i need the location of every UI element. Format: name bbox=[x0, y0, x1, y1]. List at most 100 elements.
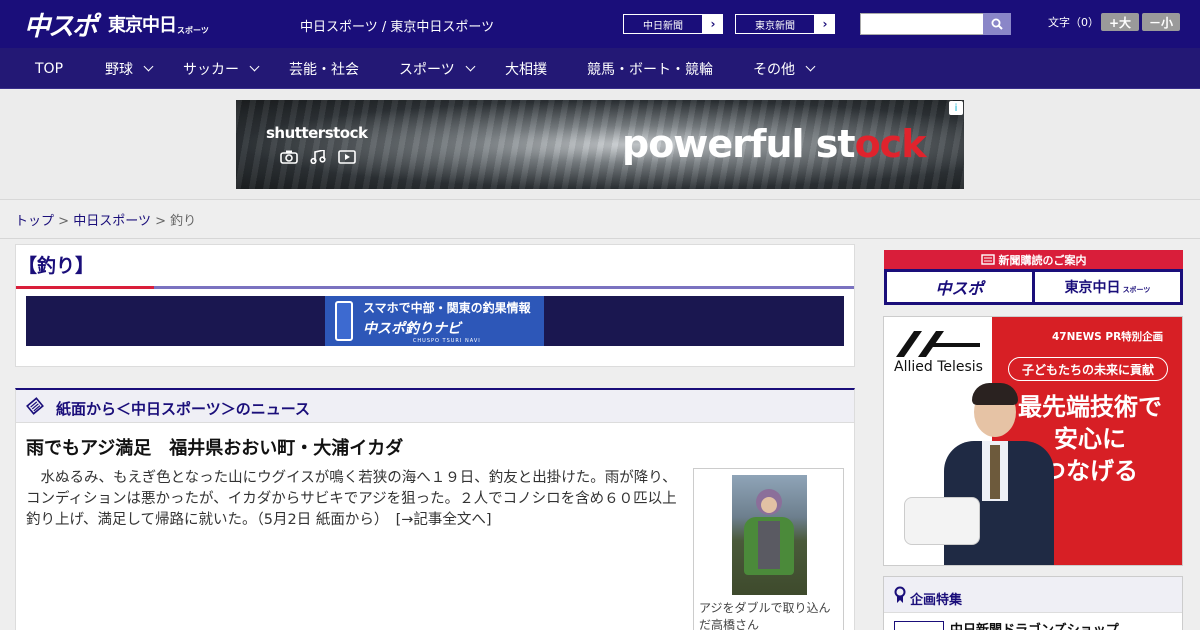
subscribe-tokyo-chunichi-label: 東京中日 bbox=[1064, 280, 1121, 296]
title-underline-red bbox=[16, 286, 154, 289]
ad-subheadline: 子どもたちの未来に貢献 bbox=[1008, 357, 1168, 381]
article-title[interactable]: 雨でもアジ満足 福井県おおい町・大浦イカダ bbox=[26, 434, 403, 460]
chevron-down-icon bbox=[465, 61, 476, 72]
nav-baseball[interactable]: 野球 bbox=[105, 48, 154, 89]
search-icon bbox=[991, 18, 1003, 30]
page-title: 【釣り】 bbox=[18, 255, 95, 277]
tsuri-navi-text: スマホで中部・関東の釣果情報 中スポ釣りナビ CHUSPO TSURI NAVI bbox=[363, 299, 531, 344]
tsuri-navi-banner[interactable]: スマホで中部・関東の釣果情報 中スポ釣りナビ CHUSPO TSURI NAVI bbox=[26, 296, 844, 346]
tokyo-shimbun-button[interactable]: 東京新聞 › bbox=[734, 13, 836, 35]
photo-caption: アジをダブルで取り込んだ高橋さん bbox=[699, 601, 831, 630]
ad-pr-label: 47NEWS PR特別企画 bbox=[1052, 331, 1164, 343]
nav-top[interactable]: TOP bbox=[35, 48, 63, 89]
ad-headline-red-ck: ck bbox=[879, 122, 927, 166]
breadcrumb-current: 釣り bbox=[170, 214, 197, 229]
subscribe-tokyo-sports-small: スポーツ bbox=[1122, 286, 1151, 294]
music-icon bbox=[310, 150, 326, 164]
chunichi-shimbun-label: 中日新聞 bbox=[623, 14, 703, 34]
font-size-label: 文字（0） bbox=[1048, 16, 1099, 29]
person-hair bbox=[972, 383, 1018, 405]
nav-top-label: TOP bbox=[35, 60, 64, 77]
nav-sports[interactable]: スポーツ bbox=[399, 48, 476, 89]
nav-racing-label: 競馬・ボート・競輪 bbox=[587, 61, 713, 78]
breadcrumb: トップ > 中日スポーツ > 釣り bbox=[15, 210, 196, 229]
features-box: 企画特集 中日新聞ドラゴンズショップ bbox=[883, 576, 1183, 630]
font-larger-button[interactable]: +大 bbox=[1101, 13, 1139, 31]
category-box: 【釣り】 スマホで中部・関東の釣果情報 中スポ釣りナビ CHUSPO TSURI… bbox=[15, 244, 855, 367]
logo-chuspo: 中スポ bbox=[24, 11, 98, 42]
nav-soccer[interactable]: サッカー bbox=[183, 48, 260, 89]
article-photo-box[interactable]: アジをダブルで取り込んだ高橋さん bbox=[693, 468, 844, 630]
breadcrumb-sep: > bbox=[58, 214, 70, 229]
person-tie bbox=[990, 445, 1000, 499]
article-lead[interactable]: 水ぬるみ、もえぎ色となった山にウグイスが鳴く若狭の海へ１９日、釣友と出掛けた。雨… bbox=[26, 468, 686, 531]
tsuri-navi-line3: CHUSPO TSURI NAVI bbox=[412, 337, 481, 344]
search-button[interactable] bbox=[983, 13, 1011, 35]
title-underline-purple bbox=[154, 286, 854, 289]
nav-soccer-label: サッカー bbox=[183, 61, 239, 78]
allied-telesis-logo bbox=[896, 331, 980, 357]
news-section-title: 紙面から＜中日スポーツ＞のニュース bbox=[56, 400, 310, 418]
tsuri-navi-line1: スマホで中部・関東の釣果情報 bbox=[363, 300, 531, 315]
subscribe-chuspo-button[interactable]: 中スポ bbox=[887, 272, 1032, 302]
ad-headline-red-o: o bbox=[854, 122, 881, 166]
features-title: 企画特集 bbox=[910, 593, 963, 608]
tsuri-navi-line2: 中スポ釣りナビ bbox=[363, 320, 461, 337]
feature-thumbnail[interactable] bbox=[894, 621, 944, 630]
nav-entertainment[interactable]: 芸能・社会 bbox=[289, 48, 359, 89]
shutterstock-logo: shutterstock bbox=[266, 124, 368, 142]
nav-baseball-label: 野球 bbox=[105, 61, 133, 78]
shutterstock-ad[interactable]: shutterstock powerful stock i bbox=[236, 100, 964, 189]
smartphone-icon bbox=[335, 301, 353, 341]
video-icon bbox=[338, 150, 356, 164]
ad-info-icon[interactable]: i bbox=[949, 101, 963, 115]
newspaper-icon bbox=[980, 254, 995, 265]
photo-person-face bbox=[761, 497, 777, 513]
breadcrumb-sep: > bbox=[155, 214, 166, 229]
logo-sports-small: スポーツ bbox=[177, 26, 209, 35]
allied-telesis-ad[interactable]: Allied Telesis 47NEWS PR特別企画 子どもたちの未来に貢献… bbox=[883, 316, 1183, 566]
subscription-title: 新聞購読のご案内 bbox=[884, 250, 1183, 269]
ribbon-icon bbox=[894, 586, 906, 603]
header-bar: 中スポ 東京中日 スポーツ 中日スポーツ / 東京中日スポーツ 中日新聞 › 東… bbox=[0, 0, 1200, 48]
ad-media-icons bbox=[280, 150, 356, 164]
breadcrumb-section[interactable]: 中日スポーツ bbox=[73, 214, 151, 229]
nav-entertainment-label: 芸能・社会 bbox=[289, 61, 359, 78]
nav-other-label: その他 bbox=[753, 61, 795, 78]
font-smaller-button[interactable]: －小 bbox=[1142, 13, 1180, 31]
news-section-header: 紙面から＜中日スポーツ＞のニュース bbox=[16, 390, 854, 423]
subscribe-tokyo-chunichi-button[interactable]: 東京中日 スポーツ bbox=[1035, 272, 1180, 302]
advertiser-name: Allied Telesis bbox=[894, 359, 983, 375]
nav-sports-label: スポーツ bbox=[399, 61, 455, 78]
camera-icon bbox=[280, 150, 298, 164]
chevron-down-icon bbox=[143, 61, 154, 72]
chevron-right-icon: › bbox=[710, 17, 716, 31]
news-box: 紙面から＜中日スポーツ＞のニュース 雨でもアジ満足 福井県おおい町・大浦イカダ … bbox=[15, 388, 855, 630]
router-device-image bbox=[904, 497, 980, 545]
site-logo[interactable]: 中スポ 東京中日 スポーツ bbox=[24, 8, 209, 42]
nav-racing[interactable]: 競馬・ボート・競輪 bbox=[587, 48, 713, 89]
article-photo bbox=[732, 475, 807, 595]
chevron-down-icon bbox=[249, 61, 260, 72]
logo-tokyo-chunichi: 東京中日 bbox=[108, 15, 177, 36]
nav-other[interactable]: その他 bbox=[753, 48, 816, 89]
divider bbox=[0, 238, 1200, 239]
subscription-title-text: 新聞購読のご案内 bbox=[998, 253, 1087, 267]
tsuri-navi-inner: スマホで中部・関東の釣果情報 中スポ釣りナビ CHUSPO TSURI NAVI bbox=[325, 296, 544, 346]
ad-headline: powerful stock bbox=[622, 122, 927, 166]
chunichi-shimbun-button[interactable]: 中日新聞 › bbox=[622, 13, 724, 35]
site-links[interactable]: 中日スポーツ / 東京中日スポーツ bbox=[300, 16, 494, 35]
nav-sumo-label: 大相撲 bbox=[505, 61, 547, 78]
subscription-box: 新聞購読のご案内 中スポ 東京中日 スポーツ bbox=[884, 250, 1183, 305]
breadcrumb-top[interactable]: トップ bbox=[15, 214, 54, 229]
ad-headline-white: powerful st bbox=[622, 122, 856, 166]
features-header: 企画特集 bbox=[884, 577, 1182, 613]
main-nav: TOP 野球 サッカー 芸能・社会 スポーツ 大相撲 競馬・ボート・競輪 その他 bbox=[0, 48, 1200, 89]
ad-band: shutterstock powerful stock i bbox=[0, 90, 1200, 200]
feature-item-link[interactable]: 中日新聞ドラゴンズショップ bbox=[950, 619, 1119, 630]
nav-sumo[interactable]: 大相撲 bbox=[505, 48, 547, 89]
photo-person-vest bbox=[758, 521, 780, 569]
chevron-right-icon: › bbox=[822, 17, 828, 31]
tokyo-shimbun-label: 東京新聞 bbox=[735, 14, 815, 34]
chevron-down-icon bbox=[805, 61, 816, 72]
